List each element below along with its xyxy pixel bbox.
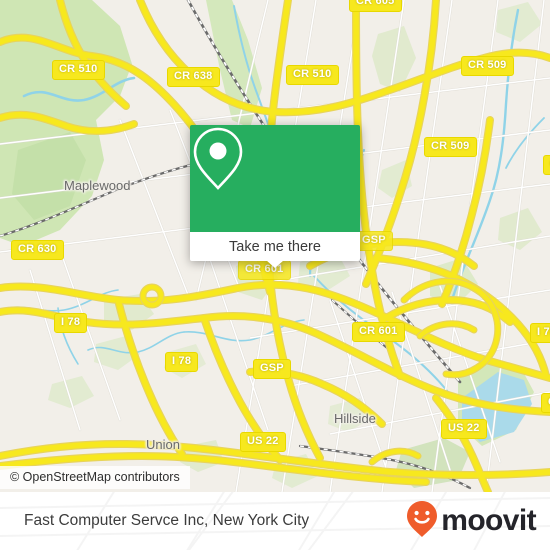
moovit-brand[interactable]: moovit (406, 492, 537, 550)
popup-header (190, 125, 360, 232)
place-label: Hillside (334, 411, 376, 426)
road-shield: US 22 (441, 419, 487, 439)
road-shield: CR 630 (11, 240, 64, 260)
road-shield: I 78 (530, 323, 550, 343)
osm-attribution[interactable]: © OpenStreetMap contributors (0, 466, 190, 489)
osm-attribution-text: © OpenStreetMap contributors (10, 470, 180, 484)
place-title-text: Fast Computer Servce Inc, New York City (24, 512, 310, 529)
map-canvas[interactable]: .land{fill:#f2efe9} .park{fill:#cfe6b4} … (0, 0, 550, 492)
take-me-there-label: Take me there (229, 238, 321, 255)
road-shield: I 78 (54, 313, 88, 333)
road-shield: CR 605 (349, 0, 402, 12)
road-shield: US 22 (240, 432, 286, 452)
take-me-there-button[interactable]: Take me there (190, 232, 360, 268)
moovit-wordmark: moovit (441, 504, 536, 537)
screenshot-root: .land{fill:#f2efe9} .park{fill:#cfe6b4} … (0, 0, 550, 550)
road-shield: CR 638 (167, 67, 220, 87)
road-shield: CR 510 (286, 65, 339, 85)
location-popup-card[interactable]: Take me there (190, 125, 360, 268)
place-label: Maplewood (64, 178, 131, 193)
moovit-smiley-pin-icon (406, 500, 438, 543)
road-shield: CR 510 (52, 60, 105, 80)
place-title: Fast Computer Servce Inc, New York City (24, 492, 309, 550)
road-shield: CR 509 (424, 137, 477, 157)
road-shield: CR 514 (541, 393, 550, 413)
popup-pointer-tail (266, 260, 284, 268)
road-shield: I 78 (165, 352, 199, 372)
road-shield: GSP (253, 359, 291, 379)
road-shield: CR 601 (352, 322, 405, 342)
footer-bar: Fast Computer Servce Inc, New York City … (0, 492, 550, 550)
road-shield: GSP (355, 231, 393, 251)
road-shield: CR 509 (461, 56, 514, 76)
road-shield: CR 527 (543, 155, 550, 175)
place-label: Union (146, 437, 180, 452)
